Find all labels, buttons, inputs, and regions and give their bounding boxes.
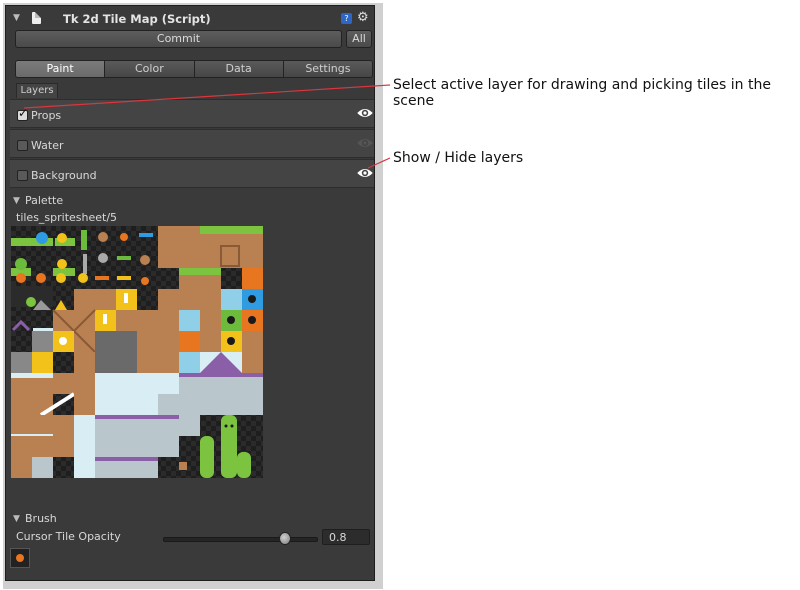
callout-show-hide: Show / Hide layers <box>393 150 524 166</box>
callout-active-layer: Select active layer for drawing and pick… <box>393 77 771 109</box>
